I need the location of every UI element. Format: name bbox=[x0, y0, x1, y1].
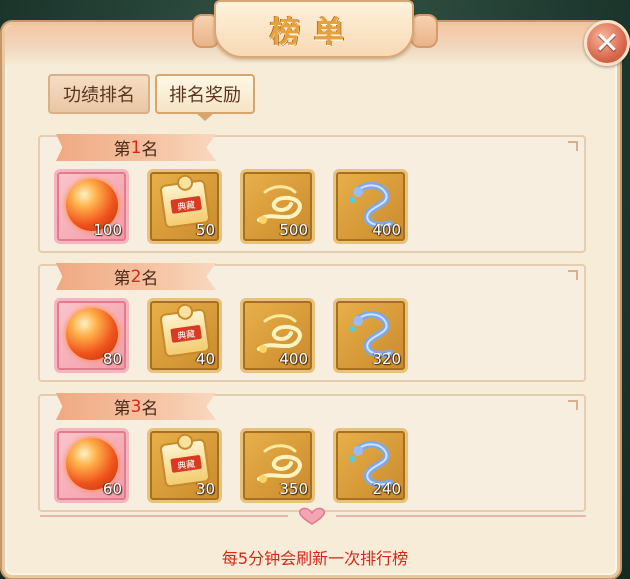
reward-list: 60 典藏 30 350 240 bbox=[54, 428, 408, 503]
reward-qty: 400 bbox=[279, 350, 308, 368]
rank-number: 2 bbox=[130, 266, 142, 287]
reward-qty: 320 bbox=[372, 350, 401, 368]
divider-left bbox=[40, 515, 288, 517]
reward-item[interactable]: 320 bbox=[333, 298, 408, 373]
reward-item[interactable]: 350 bbox=[240, 428, 315, 503]
corner-ornament bbox=[568, 270, 578, 280]
tab-label: 功绩排名 bbox=[63, 85, 135, 106]
divider-right bbox=[336, 515, 586, 517]
tab-achievement-ranking[interactable]: 功绩排名 bbox=[48, 74, 150, 114]
reward-qty: 240 bbox=[372, 480, 401, 498]
close-icon: ✕ bbox=[594, 25, 620, 61]
reward-qty: 350 bbox=[279, 480, 308, 498]
reward-qty: 60 bbox=[102, 480, 122, 498]
reward-qty: 400 bbox=[372, 221, 401, 239]
reward-item[interactable]: 100 bbox=[54, 169, 129, 244]
reward-item[interactable]: 80 bbox=[54, 298, 129, 373]
rank-number: 1 bbox=[130, 137, 142, 158]
reward-item[interactable]: 240 bbox=[333, 428, 408, 503]
rank-card-2: 第2名 80 典藏 40 400 320 bbox=[38, 263, 586, 382]
tab-label: 排名奖励 bbox=[169, 85, 241, 106]
reward-item[interactable]: 典藏 30 bbox=[147, 428, 222, 503]
tab-ranking-rewards[interactable]: 排名奖励 bbox=[155, 74, 255, 114]
rank-label: 第3名 bbox=[56, 393, 216, 420]
rank-label: 第2名 bbox=[56, 263, 216, 290]
reward-item[interactable]: 400 bbox=[240, 298, 315, 373]
tab-selected-indicator bbox=[196, 113, 214, 121]
rank-suffix: 名 bbox=[141, 399, 159, 419]
corner-ornament bbox=[568, 400, 578, 410]
rank-number: 3 bbox=[130, 396, 142, 417]
page-title: 榜单 bbox=[270, 15, 358, 50]
reward-qty: 30 bbox=[195, 480, 215, 498]
reward-item[interactable]: 典藏 40 bbox=[147, 298, 222, 373]
reward-qty: 80 bbox=[102, 350, 122, 368]
rank-prefix: 第 bbox=[113, 140, 131, 160]
rank-prefix: 第 bbox=[113, 269, 131, 289]
reward-item[interactable]: 400 bbox=[333, 169, 408, 244]
reward-qty: 40 bbox=[195, 350, 215, 368]
reward-item[interactable]: 60 bbox=[54, 428, 129, 503]
reward-list: 80 典藏 40 400 320 bbox=[54, 298, 408, 373]
reward-qty: 100 bbox=[93, 221, 122, 239]
reward-qty: 50 bbox=[195, 221, 215, 239]
reward-item[interactable]: 典藏 50 bbox=[147, 169, 222, 244]
rank-label: 第1名 bbox=[56, 134, 216, 161]
puzzle-tag: 典藏 bbox=[170, 324, 202, 343]
title-scroll-right-end bbox=[410, 14, 438, 48]
puzzle-tag: 典藏 bbox=[170, 195, 202, 214]
reward-list: 100 典藏 50 500 400 bbox=[54, 169, 408, 244]
heart-ornament-icon bbox=[298, 507, 326, 525]
rank-prefix: 第 bbox=[113, 399, 131, 419]
puzzle-tag: 典藏 bbox=[170, 454, 202, 473]
rank-card-3: 第3名 60 典藏 30 350 240 bbox=[38, 393, 586, 512]
rank-card-1: 第1名 100 典藏 50 500 400 bbox=[38, 134, 586, 253]
refresh-notice: 每5分钟会刷新一次排行榜 bbox=[221, 549, 409, 568]
rank-suffix: 名 bbox=[141, 269, 159, 289]
close-button[interactable]: ✕ bbox=[584, 20, 630, 66]
rank-suffix: 名 bbox=[141, 140, 159, 160]
title-banner: 榜单 bbox=[214, 0, 414, 58]
corner-ornament bbox=[568, 141, 578, 151]
reward-item[interactable]: 500 bbox=[240, 169, 315, 244]
reward-qty: 500 bbox=[279, 221, 308, 239]
